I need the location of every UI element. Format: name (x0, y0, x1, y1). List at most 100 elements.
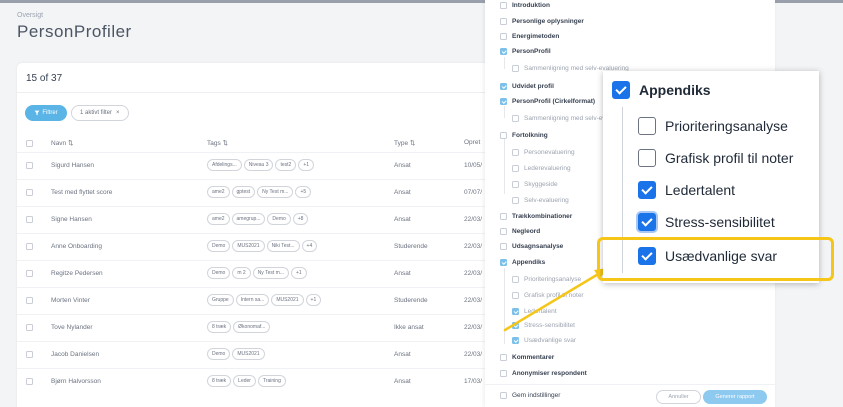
row-checkbox[interactable] (26, 216, 33, 223)
report-section-checkbox[interactable] (500, 132, 507, 139)
row-checkbox[interactable] (26, 189, 33, 196)
more-tags-badge[interactable]: +1 (298, 159, 315, 171)
report-section-checkbox[interactable] (512, 181, 519, 188)
report-section-item[interactable]: Selv-evaluering (512, 197, 569, 204)
report-section-checkbox[interactable] (500, 354, 507, 361)
row-checkbox[interactable] (26, 243, 33, 250)
column-header-tags[interactable]: Tags ⇅ (207, 139, 228, 147)
report-section-checkbox[interactable] (500, 83, 507, 90)
report-section-item[interactable]: Stress-sensibilitet (512, 322, 575, 329)
report-section-item[interactable]: Personevaluering (512, 149, 575, 156)
column-header-type[interactable]: Type ⇅ (394, 139, 415, 147)
report-section-item[interactable]: Sammenligning med selv-ev... (512, 115, 611, 122)
report-section-item[interactable]: PersonProfil (500, 48, 551, 55)
row-checkbox[interactable] (26, 378, 33, 385)
report-section-item[interactable]: Anonymiser respondent (500, 370, 587, 377)
person-name[interactable]: Anne Onboarding (51, 243, 102, 250)
report-section-item[interactable]: Personlige oplysninger (500, 18, 584, 25)
table-row[interactable]: Sigurd Hansen Afdelings... Niveau 3 test2 +1… (17, 152, 497, 179)
row-checkbox[interactable] (26, 324, 33, 331)
sort-icon[interactable]: ⇅ (68, 140, 73, 147)
table-row[interactable]: Anne Onboarding Demo MUS2021 Niki Test... +4… (17, 233, 497, 260)
person-name[interactable]: Regitze Pedersen (51, 270, 103, 277)
more-tags-badge[interactable]: +4 (301, 240, 318, 252)
report-section-item[interactable]: Udsagnsanalyse (500, 243, 563, 250)
report-section-checkbox[interactable] (512, 149, 519, 156)
row-checkbox[interactable] (26, 162, 33, 169)
column-header-name[interactable]: Navn ⇅ (51, 139, 73, 147)
report-section-checkbox[interactable] (500, 98, 507, 105)
table-row[interactable]: Signe Hansen ame2 amegrup... Demo +8 Ansat 22/… (17, 206, 497, 233)
generate-report-button[interactable]: Generer rapport (703, 390, 767, 404)
report-section-item[interactable]: Prioriteringsanalyse (512, 276, 581, 283)
report-section-item[interactable]: Introduktion (500, 2, 550, 9)
report-section-item[interactable]: Skyggeside (512, 181, 558, 188)
person-name[interactable]: Sigurd Hansen (51, 162, 94, 169)
report-section-checkbox[interactable] (500, 48, 507, 55)
zoom-section-item[interactable]: Stress-sensibilitet (638, 213, 775, 231)
sort-icon[interactable]: ⇅ (223, 140, 228, 147)
report-section-checkbox[interactable] (512, 65, 519, 72)
active-filter-chip[interactable]: 1 aktivt filter × (71, 105, 129, 121)
report-section-checkbox[interactable] (500, 213, 507, 220)
row-checkbox[interactable] (26, 270, 33, 277)
table-row[interactable]: Bjørn Halvorsson 8 træk Leder Training Ansat… (17, 368, 497, 395)
more-tags-badge[interactable]: +1 (291, 267, 307, 279)
zoom-section-item[interactable]: Prioriteringsanalyse (638, 117, 788, 135)
report-section-item[interactable]: Appendiks (500, 259, 545, 266)
more-tags-badge[interactable]: +8 (292, 213, 309, 225)
report-section-item[interactable]: Fortolkning (500, 132, 548, 139)
zoom-appendix-checkbox[interactable] (612, 81, 630, 99)
report-section-checkbox[interactable] (512, 337, 519, 344)
person-name[interactable]: Tove Nylander (51, 324, 93, 331)
more-tags-badge[interactable]: +1 (305, 294, 322, 306)
row-checkbox[interactable] (26, 351, 33, 358)
zoom-appendix-item[interactable]: Appendiks (612, 81, 711, 99)
zoom-section-checkbox[interactable] (638, 149, 656, 167)
person-name[interactable]: Test med flyttet score (51, 189, 112, 196)
report-section-checkbox[interactable] (512, 322, 519, 329)
zoom-section-item[interactable]: Grafisk profil til noter (638, 149, 793, 167)
report-section-checkbox[interactable] (500, 18, 507, 25)
report-section-item[interactable]: Trækkombinationer (500, 213, 572, 220)
table-row[interactable]: Tove Nylander 8 træk Økonomaf... Ikke ansat… (17, 314, 497, 341)
close-icon[interactable]: × (116, 110, 120, 116)
person-name[interactable]: Jacob Danielsen (51, 351, 99, 358)
report-section-checkbox[interactable] (500, 370, 507, 377)
report-section-checkbox[interactable] (512, 197, 519, 204)
report-section-checkbox[interactable] (500, 243, 507, 250)
report-section-item[interactable]: Negleord (500, 228, 540, 235)
report-section-checkbox[interactable] (512, 308, 519, 315)
report-section-checkbox[interactable] (500, 228, 507, 235)
report-section-item[interactable]: Udvidet profil (500, 83, 554, 90)
report-section-item[interactable]: Usædvanlige svar (512, 337, 576, 344)
person-name[interactable]: Bjørn Halvorsson (51, 378, 101, 385)
table-row[interactable]: Regitze Pedersen Demo m 2 Ny Test m... +1 Ans… (17, 260, 497, 287)
column-header-created[interactable]: Opret (464, 139, 480, 146)
save-settings-checkbox[interactable] (500, 392, 507, 399)
report-section-item[interactable]: PersonProfil (Cirkelformat) (500, 98, 595, 105)
report-section-item[interactable]: Grafisk profil til noter (512, 292, 584, 299)
report-section-checkbox[interactable] (512, 165, 519, 172)
report-section-item[interactable]: Ledertalent (512, 308, 557, 315)
report-section-checkbox[interactable] (500, 33, 507, 40)
report-section-checkbox[interactable] (500, 2, 507, 9)
person-name[interactable]: Morten Vinter (51, 297, 90, 304)
report-section-item[interactable]: Kommentarer (500, 354, 554, 361)
table-row[interactable]: Test med flyttet score ame2 gptest Ny Test … (17, 179, 497, 206)
table-row[interactable]: Morten Vinter Gruppe Intern sa... MUS2021 +1… (17, 287, 497, 314)
report-section-checkbox[interactable] (512, 115, 519, 122)
row-checkbox[interactable] (26, 297, 33, 304)
more-tags-badge[interactable]: +5 (295, 186, 312, 198)
person-name[interactable]: Signe Hansen (51, 216, 92, 223)
report-section-checkbox[interactable] (500, 259, 507, 266)
breadcrumb[interactable]: Oversigt (17, 12, 43, 19)
cancel-button[interactable]: Annuller (656, 390, 701, 404)
report-section-item[interactable]: Lederevaluering (512, 165, 571, 172)
select-all-checkbox[interactable] (26, 140, 33, 147)
filter-button[interactable]: Filtrer (25, 105, 67, 121)
table-row[interactable]: Jacob Danielsen Demo MUS2021 Ansat 22/03/ (17, 341, 497, 368)
report-section-checkbox[interactable] (512, 276, 519, 283)
sort-icon[interactable]: ⇅ (410, 140, 415, 147)
report-section-checkbox[interactable] (512, 292, 519, 299)
